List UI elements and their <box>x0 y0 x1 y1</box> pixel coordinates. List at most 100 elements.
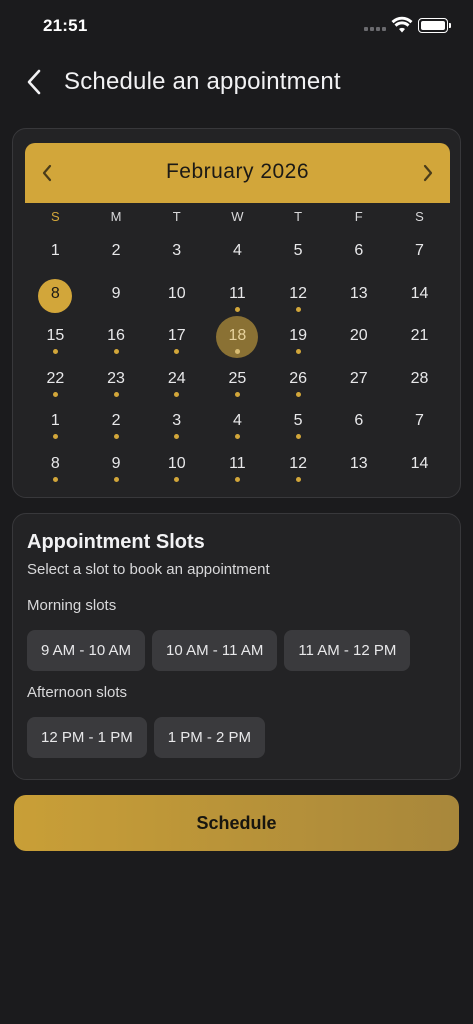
calendar-day[interactable]: 3 <box>146 231 207 274</box>
calendar-day[interactable]: 7 <box>389 401 450 444</box>
day-number: 6 <box>354 242 364 259</box>
calendar-day[interactable]: 5 <box>268 231 329 274</box>
day-number: 14 <box>410 454 429 472</box>
morning-slot-button[interactable]: 10 AM - 11 AM <box>152 630 278 671</box>
day-number: 2 <box>111 412 121 429</box>
calendar-day[interactable]: 14 <box>389 444 450 487</box>
weekday-label: M <box>110 209 122 224</box>
morning-slot-button[interactable]: 11 AM - 12 PM <box>284 630 411 671</box>
calendar-day[interactable]: 4 <box>207 231 268 274</box>
month-label: February 2026 <box>165 160 310 183</box>
day-number: 4 <box>232 412 242 429</box>
day-number: 4 <box>232 242 242 259</box>
day-number: 8 <box>50 284 60 302</box>
page-title: Schedule an appointment <box>64 68 341 95</box>
calendar-day[interactable]: 26 <box>268 359 329 402</box>
availability-dot <box>113 391 119 397</box>
calendar-day[interactable]: 17 <box>146 316 207 359</box>
calendar-day-selected[interactable]: 18 <box>207 316 268 359</box>
calendar-day[interactable]: 12 <box>268 274 329 317</box>
calendar-day-today[interactable]: 8 <box>25 274 86 317</box>
availability-dot <box>234 349 240 354</box>
back-button[interactable] <box>18 64 50 100</box>
day-number: 25 <box>228 369 247 387</box>
calendar-day[interactable]: 11 <box>207 274 268 317</box>
calendar-day[interactable]: 24 <box>146 359 207 402</box>
calendar-day[interactable]: 20 <box>328 316 389 359</box>
calendar-week-row: 15 16 17 18 19 20 21 <box>25 316 450 359</box>
cellular-signal-icon <box>364 27 386 31</box>
calendar-day[interactable]: 28 <box>389 359 450 402</box>
day-number: 6 <box>354 412 364 429</box>
availability-dot <box>174 476 180 482</box>
day-number: 19 <box>289 327 307 344</box>
day-number: 13 <box>349 454 368 472</box>
day-number: 26 <box>289 369 307 387</box>
day-number: 23 <box>107 369 125 387</box>
next-month-button[interactable] <box>414 159 442 187</box>
day-number: 10 <box>167 284 186 302</box>
availability-dot <box>174 349 180 354</box>
day-number: 3 <box>172 242 182 259</box>
afternoon-slot-button[interactable]: 1 PM - 2 PM <box>153 717 266 758</box>
calendar-day[interactable]: 21 <box>389 316 450 359</box>
day-number: 21 <box>410 327 429 344</box>
schedule-button[interactable]: Schedule <box>14 795 459 851</box>
calendar-day[interactable]: 14 <box>389 274 450 317</box>
calendar-day[interactable]: 16 <box>86 316 147 359</box>
calendar-day[interactable]: 1 <box>25 231 86 274</box>
availability-dot <box>52 434 58 439</box>
day-number: 14 <box>410 284 429 302</box>
slots-title: Appointment Slots <box>27 531 205 553</box>
day-number: 24 <box>167 369 186 387</box>
day-number: 22 <box>46 369 65 387</box>
calendar-day[interactable]: 19 <box>268 316 329 359</box>
calendar-week-row: 1 2 3 4 5 6 7 <box>25 231 450 274</box>
weekday-label: T <box>294 209 303 224</box>
calendar-day[interactable]: 15 <box>25 316 86 359</box>
afternoon-slot-button[interactable]: 12 PM - 1 PM <box>27 717 147 758</box>
calendar-day[interactable]: 11 <box>207 444 268 487</box>
calendar-day[interactable]: 12 <box>268 444 329 487</box>
calendar-day[interactable]: 2 <box>86 231 147 274</box>
availability-dot <box>174 434 180 439</box>
morning-slot-button[interactable]: 9 AM - 10 AM <box>27 630 146 671</box>
calendar-day[interactable]: 10 <box>146 274 207 317</box>
calendar-day[interactable]: 8 <box>25 444 86 487</box>
status-time: 21:51 <box>43 16 88 35</box>
day-number: 9 <box>111 454 121 472</box>
calendar-day[interactable]: 25 <box>207 359 268 402</box>
calendar-day[interactable]: 9 <box>86 444 147 487</box>
calendar-day[interactable]: 23 <box>86 359 147 402</box>
calendar-day[interactable]: 1 <box>25 401 86 444</box>
calendar-day[interactable]: 4 <box>207 401 268 444</box>
availability-dot <box>113 434 119 439</box>
calendar-day[interactable]: 3 <box>146 401 207 444</box>
calendar-day[interactable]: 22 <box>25 359 86 402</box>
calendar-day[interactable]: 2 <box>86 401 147 444</box>
calendar-day[interactable]: 6 <box>328 401 389 444</box>
status-bar: 21:51 <box>0 0 473 52</box>
calendar-day[interactable]: 27 <box>328 359 389 402</box>
calendar-day[interactable]: 13 <box>328 274 389 317</box>
day-number: 10 <box>167 454 186 472</box>
app-header: Schedule an appointment <box>0 58 473 106</box>
calendar-week-row: 8 9 10 11 12 13 14 <box>25 274 450 317</box>
appointment-slots-card: Appointment Slots Select a slot to book … <box>12 513 461 780</box>
availability-dot <box>52 349 58 354</box>
availability-dot <box>295 434 301 439</box>
weekday-label: W <box>231 209 244 224</box>
afternoon-slots-label: Afternoon slots <box>27 684 128 701</box>
availability-dot <box>113 349 119 354</box>
day-number: 7 <box>415 242 424 259</box>
calendar-day[interactable]: 7 <box>389 231 450 274</box>
calendar-day[interactable]: 10 <box>146 444 207 487</box>
calendar-day[interactable]: 13 <box>328 444 389 487</box>
day-number: 5 <box>293 242 303 259</box>
calendar-day[interactable]: 9 <box>86 274 147 317</box>
availability-dot <box>52 391 58 397</box>
calendar-day[interactable]: 5 <box>268 401 329 444</box>
calendar-day[interactable]: 6 <box>328 231 389 274</box>
availability-dot <box>234 476 240 482</box>
day-number: 28 <box>410 369 429 387</box>
